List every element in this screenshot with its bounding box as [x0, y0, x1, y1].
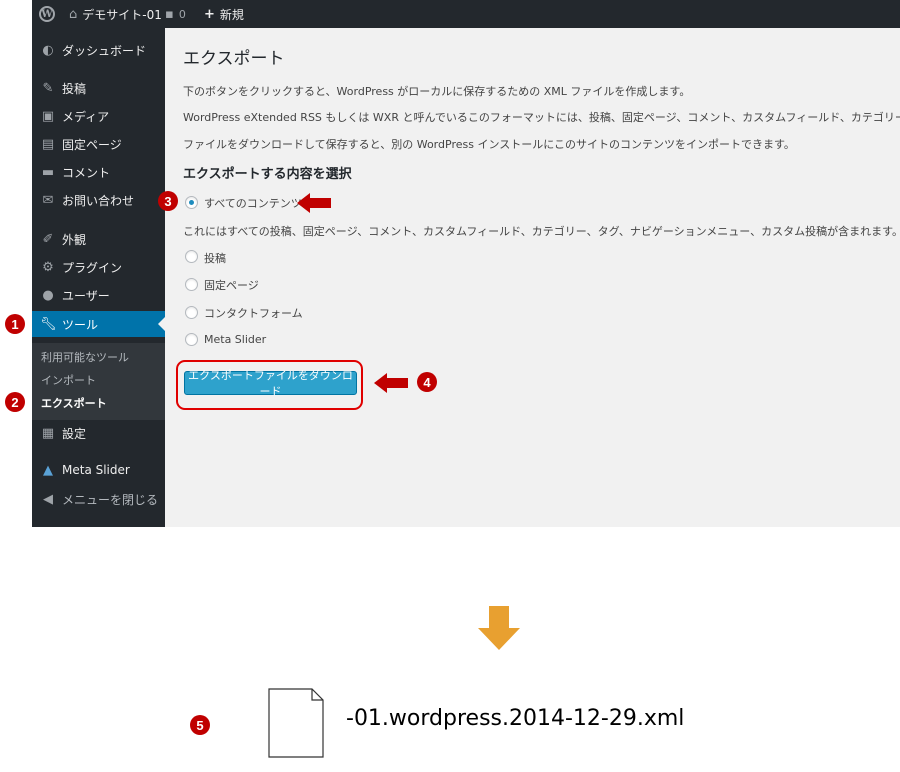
menu-meta-slider[interactable]: ▲ Meta Slider — [32, 457, 165, 483]
tools-submenu: 利用可能なツール インポート エクスポート — [32, 343, 165, 420]
wordpress-logo-icon: W — [39, 6, 55, 22]
settings-icon: ▦ — [41, 425, 55, 441]
comment-icon: ▬ — [41, 164, 55, 180]
menu-settings[interactable]: ▦ 設定 — [32, 420, 165, 446]
step-badge-2: 2 — [5, 392, 25, 412]
menu-pages[interactable]: ▤ 固定ページ — [32, 131, 165, 157]
radio-label-contact-form: コンタクトフォーム — [204, 307, 303, 320]
menu-contact[interactable]: ✉ お問い合わせ — [32, 187, 165, 213]
pages-icon: ▤ — [41, 136, 55, 152]
menu-plugins[interactable]: ⚙ プラグイン — [32, 254, 165, 280]
user-icon: ● — [42, 287, 54, 303]
dashboard-icon: ◐ — [42, 42, 54, 58]
radio-label-posts: 投稿 — [204, 252, 226, 265]
step-badge-3: 3 — [158, 191, 178, 211]
menu-label: 投稿 — [62, 81, 87, 96]
menu-label: メディア — [62, 109, 110, 124]
radio-label-meta-slider: Meta Slider — [204, 333, 267, 346]
step-badge-1: 1 — [5, 314, 25, 334]
menu-dashboard[interactable]: ◐ ダッシュボード — [32, 37, 165, 63]
comment-bubble-icon: ▪ — [165, 6, 174, 22]
description-2: WordPress eXtended RSS もしくは WXR と呼んでいるこの… — [183, 111, 900, 124]
radio-pages[interactable] — [185, 278, 198, 291]
menu-label: 固定ページ — [62, 137, 122, 152]
wp-logo-button[interactable]: W — [39, 0, 55, 28]
section-title: エクスポートする内容を選択 — [183, 167, 352, 182]
mail-icon: ✉ — [42, 192, 54, 208]
plugin-icon: ⚙ — [42, 259, 54, 275]
site-name-link[interactable]: ⌂ デモサイト-01 — [69, 0, 162, 28]
menu-label: 外観 — [62, 232, 87, 247]
wrench-icon: 🔧︎ — [40, 316, 57, 332]
wordpress-screenshot: W ⌂ デモサイト-01 ▪ 0 + 新規 ◐ ダッシュボード ✎ 投稿 ▣ メ… — [32, 0, 900, 527]
menu-posts[interactable]: ✎ 投稿 — [32, 75, 165, 101]
menu-label: メニューを閉じる — [62, 492, 159, 507]
submenu-export[interactable]: エクスポート — [41, 395, 107, 411]
menu-label: ダッシュボード — [62, 43, 147, 58]
site-name: デモサイト-01 — [82, 7, 162, 22]
menu-label: プラグイン — [62, 260, 123, 275]
new-content-link[interactable]: + 新規 — [204, 0, 244, 28]
menu-tools[interactable]: 🔧︎ ツール — [32, 311, 165, 337]
comments-link[interactable]: ▪ 0 — [165, 0, 186, 28]
admin-sidebar: ◐ ダッシュボード ✎ 投稿 ▣ メディア ▤ 固定ページ ▬ コメント ✉ お… — [32, 28, 165, 527]
pin-icon: ✎ — [42, 80, 54, 96]
menu-label: ツール — [62, 317, 99, 332]
radio-contact-form[interactable] — [185, 306, 198, 319]
menu-label: Meta Slider — [62, 463, 130, 477]
menu-appearance[interactable]: ✐ 外観 — [32, 226, 165, 252]
comment-count: 0 — [178, 7, 186, 21]
plus-icon: + — [204, 6, 215, 22]
menu-users[interactable]: ● ユーザー — [32, 282, 165, 308]
home-icon: ⌂ — [69, 6, 78, 22]
description-3: ファイルをダウンロードして保存すると、別の WordPress インストールにこ… — [183, 138, 795, 151]
radio-meta-slider[interactable] — [185, 333, 198, 346]
menu-media[interactable]: ▣ メディア — [32, 103, 165, 129]
brush-icon: ✐ — [42, 231, 54, 247]
admin-bar: W ⌂ デモサイト-01 ▪ 0 + 新規 — [32, 0, 900, 28]
menu-label: お問い合わせ — [62, 193, 135, 208]
radio-label-pages: 固定ページ — [204, 279, 259, 292]
exported-filename: -01.wordpress.2014-12-29.xml — [346, 706, 685, 731]
media-icon: ▣ — [41, 108, 55, 124]
down-arrow-icon — [478, 606, 520, 650]
file-icon — [268, 688, 324, 758]
submenu-import[interactable]: インポート — [41, 372, 96, 388]
menu-label: コメント — [62, 165, 111, 180]
page-title: エクスポート — [183, 49, 285, 69]
menu-label: 設定 — [62, 426, 87, 441]
download-export-file-button[interactable]: エクスポートファイルをダウンロード — [184, 369, 357, 398]
menu-label: ユーザー — [62, 288, 110, 303]
image-icon: ▲ — [43, 462, 53, 478]
submenu-available-tools[interactable]: 利用可能なツール — [41, 349, 129, 365]
description-1: 下のボタンをクリックすると、WordPress がローカルに保存するための XM… — [183, 85, 691, 98]
red-arrow-left-icon — [297, 193, 331, 213]
new-label: 新規 — [219, 7, 244, 22]
step-badge-4: 4 — [417, 372, 437, 392]
menu-comments[interactable]: ▬ コメント — [32, 159, 165, 185]
collapse-icon: ◀ — [43, 491, 53, 507]
red-arrow-left-icon — [374, 373, 408, 393]
radio-all-content[interactable] — [185, 196, 198, 209]
menu-collapse[interactable]: ◀ メニューを閉じる — [32, 486, 165, 512]
step-badge-5: 5 — [190, 715, 210, 735]
all-content-note: これにはすべての投稿、固定ページ、コメント、カスタムフィールド、カテゴリー、タグ… — [183, 225, 900, 238]
radio-label-all-content: すべてのコンテンツ — [204, 197, 302, 210]
radio-posts[interactable] — [185, 250, 198, 263]
